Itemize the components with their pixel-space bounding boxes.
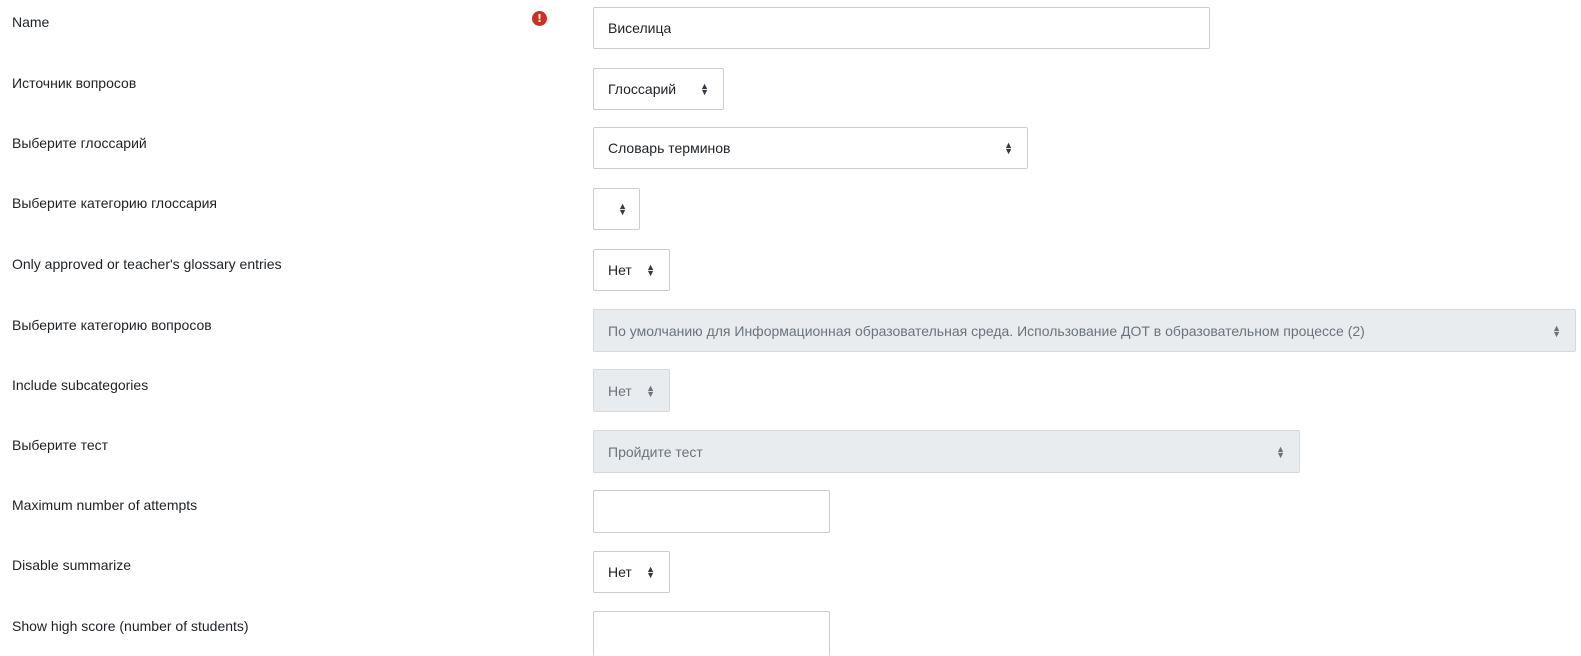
form-row-name: Name ! Виселица [0, 0, 1581, 61]
form-row-question-category: Выберите категорию вопросов По умолчанию… [0, 305, 1581, 366]
form-row-include-subcategories: Include subcategories Нет ▲ ▼ [0, 366, 1581, 427]
include-subcategories-selected: Нет [608, 382, 632, 399]
quiz-select[interactable]: Пройдите тест ▲ ▼ [593, 430, 1300, 473]
sort-arrows-icon: ▲ ▼ [618, 201, 627, 217]
sort-arrows-icon: ▲ ▼ [646, 262, 655, 278]
glossary-select[interactable]: Словарь терминов ▲ ▼ [593, 127, 1028, 169]
sort-arrows-icon: ▲ ▼ [646, 382, 655, 399]
quiz-selected: Пройдите тест [608, 443, 703, 460]
form-row-glossary: Выберите глоссарий Словарь терминов ▲ ▼ [0, 122, 1581, 183]
disable-summarize-selected: Нет [608, 564, 632, 580]
glossary-selected: Словарь терминов [608, 140, 731, 156]
question-category-select[interactable]: По умолчанию для Информационная образова… [593, 309, 1576, 352]
sort-arrows-icon: ▲ ▼ [700, 81, 709, 97]
include-subcategories-label: Include subcategories [12, 377, 149, 393]
form-row-glossary-category: Выберите категорию глоссария ▲ ▼ [0, 183, 1581, 244]
glossary-label: Выберите глоссарий [12, 135, 147, 151]
form-row-quiz: Выберите тест Пройдите тест ▲ ▼ [0, 427, 1581, 488]
required-icon[interactable]: ! [532, 11, 547, 26]
form-row-only-approved: Only approved or teacher's glossary entr… [0, 244, 1581, 305]
sort-arrows-icon: ▲ ▼ [646, 564, 655, 580]
form-row-question-source: Источник вопросов Глоссарий ▲ ▼ [0, 61, 1581, 122]
activity-settings-form: Name ! Виселица Источник вопросов Глосса… [0, 0, 1581, 656]
glossary-category-select[interactable]: ▲ ▼ [593, 188, 640, 230]
disable-summarize-label: Disable summarize [12, 557, 132, 573]
only-approved-label: Only approved or teacher's glossary entr… [12, 256, 282, 272]
high-score-input[interactable] [593, 611, 830, 656]
sort-arrows-icon: ▲ ▼ [1552, 322, 1561, 339]
high-score-label: Show high score (number of students) [12, 618, 249, 634]
max-attempts-label: Maximum number of attempts [12, 497, 198, 513]
question-category-selected: По умолчанию для Информационная образова… [608, 322, 1365, 339]
include-subcategories-select[interactable]: Нет ▲ ▼ [593, 369, 670, 412]
name-label: Name [12, 14, 50, 30]
name-input-value: Виселица [608, 20, 672, 36]
form-row-disable-summarize: Disable summarize Нет ▲ ▼ [0, 549, 1581, 610]
max-attempts-input[interactable] [593, 490, 830, 533]
form-row-high-score: Show high score (number of students) [0, 610, 1581, 656]
only-approved-selected: Нет [608, 262, 632, 278]
sort-arrows-icon: ▲ ▼ [1276, 443, 1285, 460]
question-source-select[interactable]: Глоссарий ▲ ▼ [593, 68, 724, 110]
disable-summarize-select[interactable]: Нет ▲ ▼ [593, 551, 670, 593]
question-source-label: Источник вопросов [12, 75, 137, 91]
question-category-label: Выберите категорию вопросов [12, 317, 212, 333]
quiz-label: Выберите тест [12, 437, 109, 453]
question-source-selected: Глоссарий [608, 81, 677, 97]
form-row-max-attempts: Maximum number of attempts [0, 488, 1581, 549]
glossary-category-label: Выберите категорию глоссария [12, 195, 218, 211]
only-approved-select[interactable]: Нет ▲ ▼ [593, 249, 670, 291]
sort-arrows-icon: ▲ ▼ [1004, 140, 1013, 156]
name-input[interactable]: Виселица [593, 7, 1210, 49]
